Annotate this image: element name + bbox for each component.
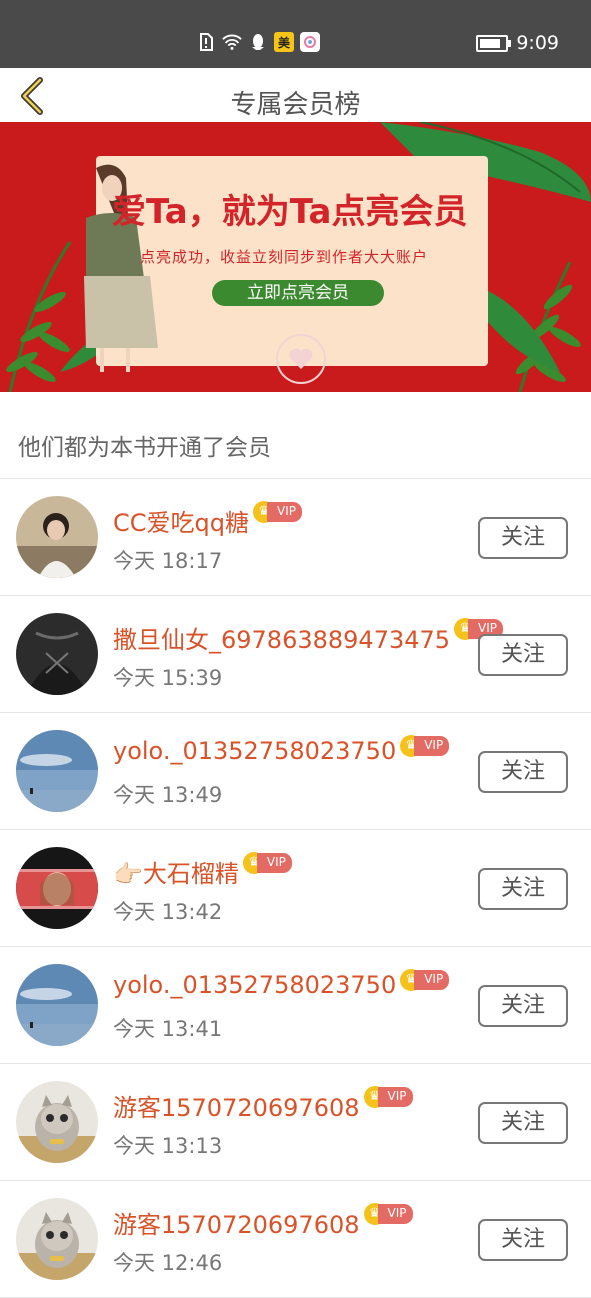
vip-badge: ♛ VIP — [454, 614, 504, 640]
join-time: 今天 18:17 — [113, 549, 223, 573]
avatar[interactable] — [16, 613, 98, 695]
join-time: 今天 12:46 — [113, 1251, 223, 1275]
member-list: CC爱吃qq糖 ♛ VIP 今天 18:17 关注 撒旦仙女_69786388947… — [0, 479, 591, 1298]
member-name-text: CC爱吃qq糖 — [113, 509, 249, 537]
follow-button[interactable]: 关注 — [478, 634, 568, 676]
follow-button[interactable]: 关注 — [478, 985, 568, 1027]
member-name-text: 👉🏻大石榴精 — [113, 860, 239, 888]
member-row[interactable]: CC爱吃qq糖 ♛ VIP 今天 18:17 关注 — [0, 479, 591, 596]
join-time: 今天 13:49 — [113, 783, 223, 807]
vip-badge: ♛ VIP — [242, 848, 292, 874]
avatar[interactable] — [16, 496, 98, 578]
member-name-text: 游客1570720697608 — [113, 1094, 360, 1122]
banner-headline: 爱Ta，就为Ta点亮会员 — [112, 192, 468, 232]
vip-badge: ♛ VIP — [400, 731, 450, 757]
membership-banner[interactable]: 爱Ta，就为Ta点亮会员 点亮成功，收益立刻同步到作者大大账户 立即点亮会员 — [0, 122, 591, 392]
vip-label: VIP — [414, 970, 450, 990]
member-name-text: 游客1570720697608 — [113, 1211, 360, 1239]
member-name[interactable]: 👉🏻大石榴精 ♛ VIP — [113, 852, 292, 889]
vip-badge: ♛ VIP — [363, 1199, 413, 1225]
app-icon — [300, 32, 320, 52]
status-bar: 美 9:09 — [0, 0, 591, 68]
member-row[interactable]: 游客1570720697608 ♛ VIP 今天 12:46 关注 — [0, 1181, 591, 1298]
member-row[interactable]: 撒旦仙女_697863889473475 ♛ VIP 今天 15:39 关注 — [0, 596, 591, 713]
join-time: 今天 13:42 — [113, 900, 223, 924]
vip-label: VIP — [414, 736, 450, 756]
member-name[interactable]: 游客1570720697608 ♛ VIP — [113, 1203, 413, 1240]
member-name[interactable]: yolo._01352758023750 ♛ VIP — [113, 969, 450, 999]
status-right: 9:09 — [476, 32, 559, 54]
follow-button[interactable]: 关注 — [478, 751, 568, 793]
vip-label: VIP — [377, 1087, 413, 1107]
member-name[interactable]: yolo._01352758023750 ♛ VIP — [113, 735, 450, 765]
section-title: 他们都为本书开通了会员 — [18, 435, 271, 461]
qq-icon — [248, 32, 268, 52]
page-title: 专属会员榜 — [230, 90, 361, 120]
member-row[interactable]: 👉🏻大石榴精 ♛ VIP 今天 13:42 关注 — [0, 830, 591, 947]
member-row[interactable]: 游客1570720697608 ♛ VIP 今天 13:13 关注 — [0, 1064, 591, 1181]
join-time: 今天 13:41 — [113, 1017, 223, 1041]
member-name[interactable]: 撒旦仙女_697863889473475 ♛ VIP — [113, 618, 504, 655]
avatar[interactable] — [16, 1198, 98, 1280]
member-row[interactable]: yolo._01352758023750 ♛ VIP 今天 13:41 关注 — [0, 947, 591, 1064]
join-time: 今天 15:39 — [113, 666, 223, 690]
member-name-text: yolo._01352758023750 — [113, 737, 397, 765]
member-name[interactable]: CC爱吃qq糖 ♛ VIP — [113, 501, 302, 538]
follow-button[interactable]: 关注 — [478, 868, 568, 910]
join-time: 今天 13:13 — [113, 1134, 223, 1158]
follow-button[interactable]: 关注 — [478, 517, 568, 559]
heart-seal-icon — [276, 334, 326, 384]
avatar[interactable] — [16, 1081, 98, 1163]
vip-label: VIP — [266, 502, 302, 522]
vip-label: VIP — [256, 853, 292, 873]
battery-icon — [476, 34, 512, 52]
avatar[interactable] — [16, 964, 98, 1046]
nav-bar: 专属会员榜 — [0, 68, 591, 122]
vip-badge: ♛ VIP — [252, 497, 302, 523]
meituan-icon: 美 — [274, 32, 294, 52]
avatar[interactable] — [16, 730, 98, 812]
follow-button[interactable]: 关注 — [478, 1102, 568, 1144]
member-name[interactable]: 游客1570720697608 ♛ VIP — [113, 1086, 413, 1123]
follow-button[interactable]: 关注 — [478, 1219, 568, 1261]
banner-subline: 点亮成功，收益立刻同步到作者大大账户 — [140, 248, 429, 266]
status-icons: 美 — [196, 32, 320, 52]
sim-alert-icon — [196, 32, 216, 52]
member-name-text: 撒旦仙女_697863889473475 — [113, 626, 451, 654]
member-row[interactable]: yolo._01352758023750 ♛ VIP 今天 13:49 关注 — [0, 713, 591, 830]
wifi-icon — [222, 32, 242, 52]
vip-label: VIP — [377, 1204, 413, 1224]
vip-badge: ♛ VIP — [363, 1082, 413, 1108]
avatar[interactable] — [16, 847, 98, 929]
vip-badge: ♛ VIP — [400, 965, 450, 991]
light-up-membership-button[interactable]: 立即点亮会员 — [212, 280, 384, 306]
member-name-text: yolo._01352758023750 — [113, 971, 397, 999]
status-time: 9:09 — [516, 32, 559, 54]
